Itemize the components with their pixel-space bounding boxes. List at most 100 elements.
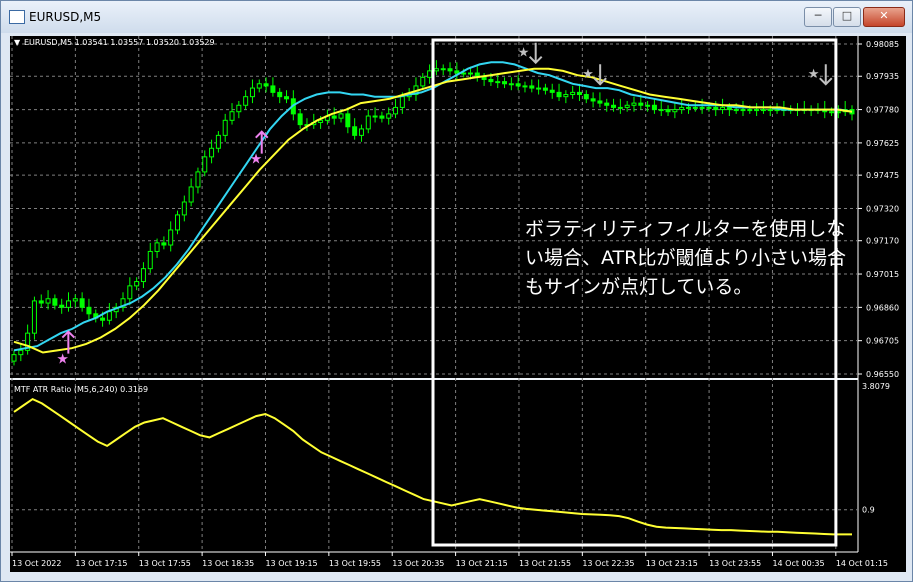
candle-body-up [181,201,187,216]
candle-body-up [617,106,623,109]
candle-body-down [502,81,508,85]
candle-body-down [297,113,303,126]
candle-body-down [604,102,610,106]
indicator-tick-label: 3.8079 [862,382,890,391]
sell-star-icon: ★ [582,67,594,82]
candle-body-up [440,68,446,71]
candle-body-up [467,72,473,75]
time-tick-label: 13 Oct 22:35 [582,559,634,568]
candle-body-up [767,109,773,112]
candle-body-up [134,281,140,287]
time-tick-label: 13 Oct 23:15 [646,559,698,568]
candle-body-up [236,104,242,113]
indicator-header: MTF ATR Ratio (M5,6,240) 0.3169 [14,385,148,394]
main-header: EURUSD,M5 1.03541 1.03557 1.03520 1.0352… [24,38,215,47]
candle-body-up [188,186,194,203]
candle-body-up [740,109,746,112]
candle-body-down [331,115,337,119]
candle-body-down [379,115,385,119]
candle-body-down [263,83,269,87]
candle-body-up [11,354,17,362]
candle-body-up [229,111,235,121]
candle-body-up [760,109,766,112]
candle-body-down [651,104,657,111]
annotation-text: ボラティリティフィルターを使用しない場合、ATR比が閾値より小さい場合もサインが… [525,218,846,298]
buy-star-icon: ★ [56,352,69,368]
candle-body-up [168,229,174,246]
candle-body-down [549,89,555,93]
candle-body-up [399,96,405,108]
time-tick-label: 13 Oct 2022 [12,559,61,568]
candle-body-up [679,106,685,111]
candle-body-down [583,94,589,100]
candle-body-up [570,91,576,96]
chart-dropdown-icon[interactable]: ▼ [14,38,21,47]
candle-body-down [611,104,617,108]
candle-body-down [79,298,85,308]
candle-body-up [829,111,835,114]
candle-body-up [495,81,501,84]
candle-body-up [147,250,153,270]
time-tick-label: 13 Oct 21:55 [519,559,571,568]
price-tick-label: 0.97320 [866,204,899,213]
candle-body-up [522,85,528,88]
sell-star-icon: ★ [518,46,530,61]
candle-body-up [106,311,112,321]
candle-body-up [508,83,514,86]
candle-body-up [195,171,201,188]
candle-body-down [277,91,283,98]
price-tick-label: 0.96705 [866,337,899,346]
candle-body-up [420,76,426,87]
candle-body-down [86,306,92,315]
price-tick-label: 0.97015 [866,270,899,279]
candle-body-up [685,106,691,109]
candle-body-down [590,98,596,102]
price-tick-label: 0.96860 [866,303,899,312]
candle-body-up [127,285,133,300]
time-tick-label: 13 Oct 18:35 [202,559,254,568]
candle-body-up [365,115,371,130]
candle-body-up [338,113,344,119]
candle-body-up [563,94,569,98]
candle-body-up [209,147,215,158]
candle-body-up [215,134,221,149]
candle-body-down [713,106,719,111]
candle-body-up [222,119,228,136]
sell-star-icon: ★ [808,67,820,82]
candle-body-up [31,300,37,334]
candle-body-down [161,242,167,246]
candle-body-down [597,100,603,104]
candle-body-down [100,317,106,321]
candle-body-up [754,109,760,112]
candle-body-down [352,126,358,136]
candle-body-down [665,109,671,113]
candle-body-up [733,109,739,112]
candle-body-down [454,70,460,74]
candle-body-up [256,83,262,89]
candle-body-up [747,109,753,112]
candle-body-up [249,87,255,98]
candle-body-up [202,156,208,173]
price-tick-label: 0.98085 [866,40,899,49]
price-tick-label: 0.97780 [866,106,899,115]
candle-body-up [45,298,51,304]
candle-body-up [393,106,399,115]
candle-body-up [461,72,467,75]
candle-body-up [645,104,651,107]
time-tick-label: 14 Oct 01:15 [836,559,888,568]
candle-body-up [18,349,24,356]
candle-body-up [175,214,181,231]
candle-body-up [318,119,324,123]
time-tick-label: 13 Oct 20:35 [392,559,444,568]
candle-body-up [433,68,439,72]
candle-body-up [140,268,146,283]
time-tick-label: 13 Oct 19:15 [265,559,317,568]
candle-body-up [66,300,72,308]
time-tick-label: 13 Oct 23:55 [709,559,761,568]
candle-body-down [576,91,582,96]
candle-body-down [270,85,276,93]
candle-body-down [488,78,494,83]
candle-body-up [72,298,78,302]
candle-body-down [284,96,290,100]
price-tick-label: 0.97935 [866,72,899,81]
